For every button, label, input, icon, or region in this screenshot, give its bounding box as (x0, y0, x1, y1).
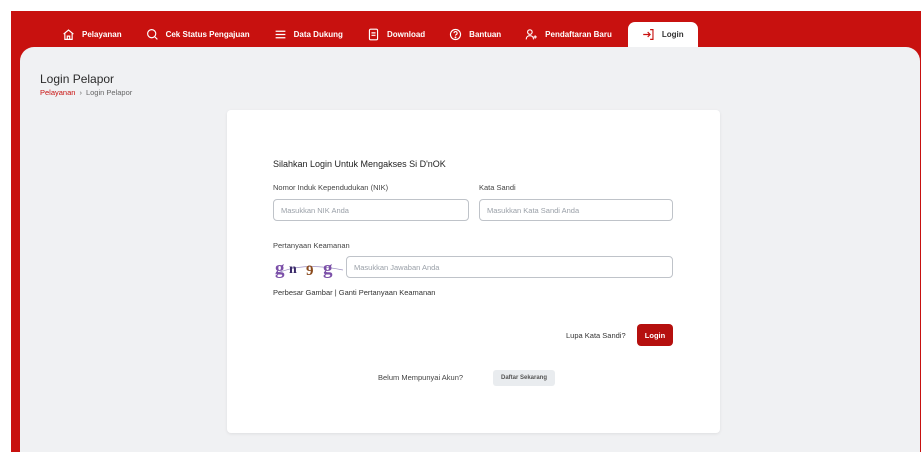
help-circle-icon (450, 28, 462, 41)
forgot-password-link[interactable]: Lupa Kata Sandi? (566, 331, 626, 340)
nav-item-login[interactable]: Login (627, 22, 698, 47)
nav-item-data-dukung[interactable]: Data Dukung (262, 22, 355, 47)
login-card: Silahkan Login Untuk Mengakses Si D'nOK … (227, 110, 720, 433)
change-question-link[interactable]: Ganti Pertanyaan Keamanan (339, 288, 436, 297)
login-icon (643, 29, 654, 40)
document-icon (368, 28, 379, 41)
security-question-label: Pertanyaan Keamanan (273, 241, 350, 250)
svg-text:n: n (289, 262, 297, 277)
login-button[interactable]: Login (637, 324, 673, 346)
search-icon (146, 29, 158, 40)
security-answer-input[interactable] (346, 256, 673, 278)
nav-item-label: Cek Status Pengajuan (165, 30, 250, 39)
link-separator: | (334, 288, 337, 297)
svg-text:g: g (323, 258, 333, 279)
nav-item-label: Bantuan (469, 30, 502, 39)
register-button[interactable]: Daftar Sekarang (493, 370, 555, 386)
main-nav: Pelayanan Cek Status Pengajuan Data Duku… (50, 22, 698, 47)
captcha-links: Perbesar Gambar | Ganti Pertanyaan Keama… (273, 288, 435, 297)
svg-text:9: 9 (306, 263, 314, 279)
nav-item-download[interactable]: Download (355, 22, 437, 47)
nik-input[interactable] (273, 199, 469, 221)
list-icon (275, 30, 285, 39)
user-plus-icon (525, 29, 537, 40)
page-title: Login Pelapor (40, 72, 115, 86)
breadcrumb: Pelayanan › Login Pelapor (40, 88, 132, 97)
nav-item-pendaftaran-baru[interactable]: Pendaftaran Baru (513, 22, 624, 47)
breadcrumb-link-pelayanan[interactable]: Pelayanan (40, 88, 75, 97)
svg-text:g: g (275, 258, 285, 279)
nik-label: Nomor Induk Kependudukan (NIK) (273, 183, 389, 192)
nav-item-label: Data Dukung (293, 30, 343, 39)
nav-item-pelayanan[interactable]: Pelayanan (50, 22, 134, 47)
breadcrumb-separator: › (79, 88, 82, 97)
home-icon (63, 29, 74, 40)
nav-item-cek-status[interactable]: Cek Status Pengajuan (134, 22, 262, 47)
login-heading: Silahkan Login Untuk Mengakses Si D'nOK (273, 159, 446, 169)
password-label: Kata Sandi (479, 183, 516, 192)
breadcrumb-current: Login Pelapor (85, 88, 133, 97)
nav-item-label: Pelayanan (82, 30, 122, 39)
nav-item-label: Login (661, 30, 684, 39)
nav-item-bantuan[interactable]: Bantuan (437, 22, 513, 47)
no-account-text: Belum Mempunyai Akun? (378, 373, 464, 382)
nav-item-label: Pendaftaran Baru (545, 30, 612, 39)
captcha-image: g n 9 g (274, 258, 344, 279)
password-input[interactable] (479, 199, 673, 221)
nav-item-label: Download (386, 30, 426, 39)
enlarge-image-link[interactable]: Perbesar Gambar (273, 288, 333, 297)
